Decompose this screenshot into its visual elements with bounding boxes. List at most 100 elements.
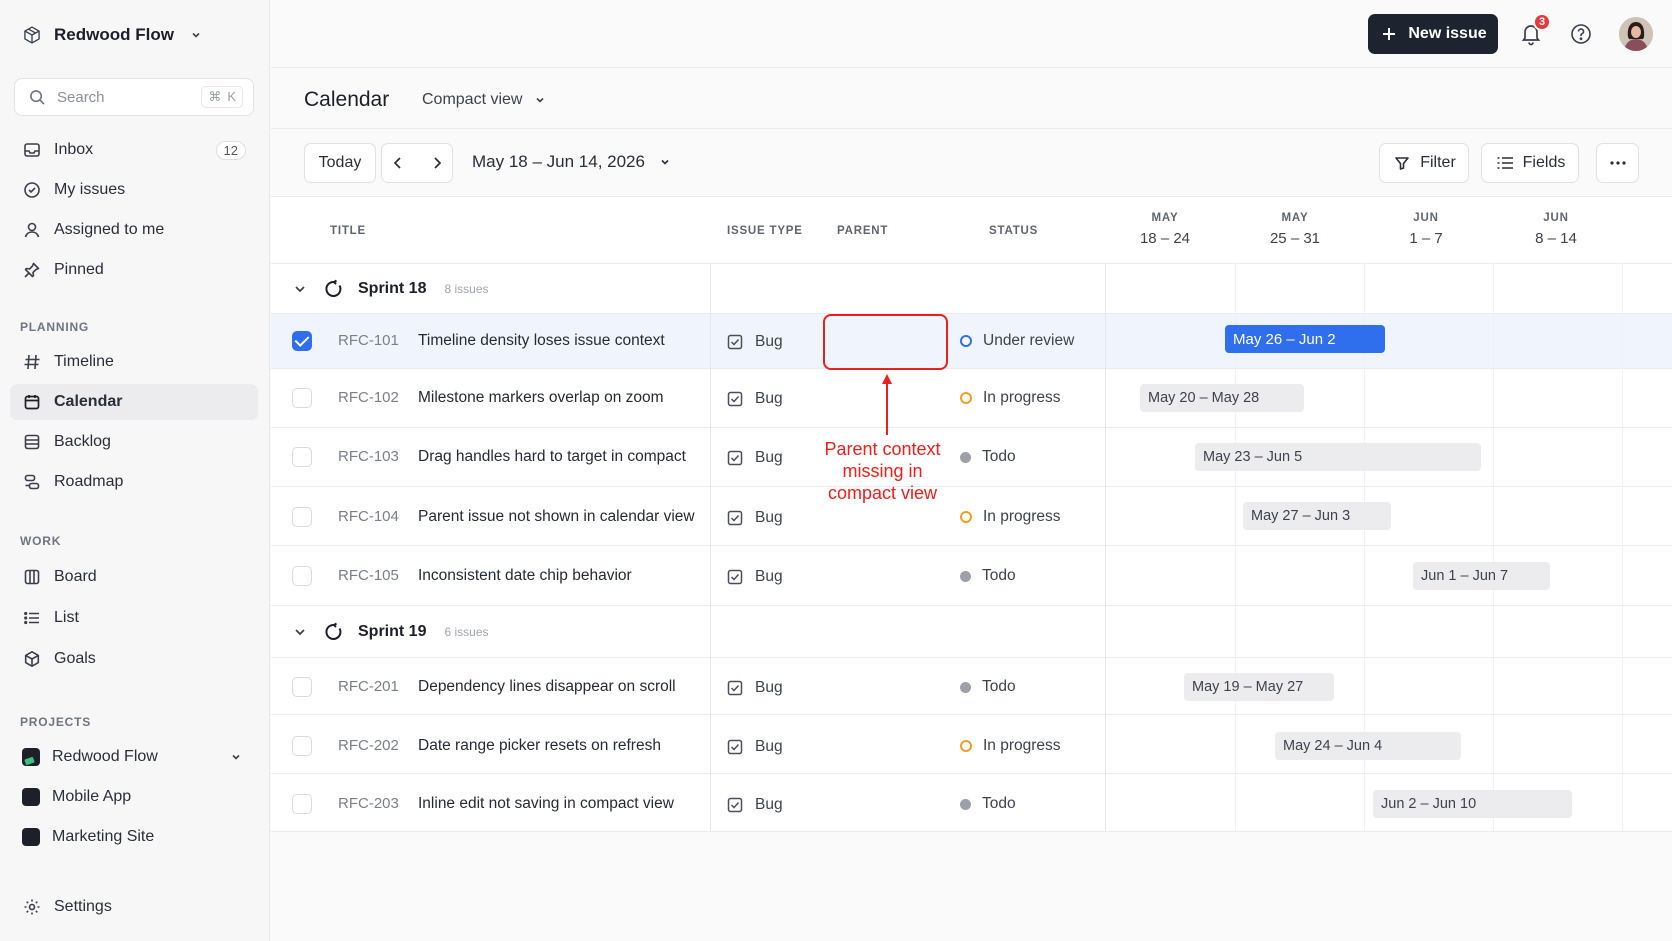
status-cell[interactable]: Todo — [960, 448, 1016, 466]
date-chip[interactable]: May 20 – May 28 — [1140, 384, 1304, 412]
view-selector[interactable]: Compact view — [422, 90, 550, 110]
row-checkbox[interactable] — [292, 447, 312, 467]
avatar[interactable] — [1619, 17, 1653, 51]
chevron-right-icon[interactable] — [427, 153, 447, 173]
chevron-down-icon[interactable] — [290, 622, 310, 642]
issue-id[interactable]: RFC-103 — [338, 448, 399, 465]
issue-type-cell[interactable]: Bug — [725, 737, 783, 757]
help-icon[interactable] — [1567, 20, 1595, 48]
date-chip[interactable]: May 24 – Jun 4 — [1275, 732, 1461, 760]
issue-id[interactable]: RFC-203 — [338, 795, 399, 812]
issue-title[interactable]: Inconsistent date chip behavior — [418, 567, 632, 585]
column-status: STATUS — [989, 225, 1039, 237]
status-cell[interactable]: Under review — [960, 332, 1074, 350]
date-chip[interactable]: Jun 1 – Jun 7 — [1413, 562, 1550, 590]
date-chip[interactable]: Jun 2 – Jun 10 — [1373, 790, 1572, 818]
nav-item-timeline[interactable]: Timeline — [10, 344, 258, 380]
issue-title[interactable]: Milestone markers overlap on zoom — [418, 389, 664, 407]
issue-type: Bug — [755, 509, 783, 526]
date-chip[interactable]: May 23 – Jun 5 — [1195, 443, 1481, 471]
status-cell[interactable]: In progress — [960, 389, 1061, 407]
chevron-left-icon[interactable] — [388, 153, 408, 173]
issue-id[interactable]: RFC-201 — [338, 678, 399, 695]
row-checkbox[interactable] — [292, 331, 312, 351]
fields-button[interactable]: Fields — [1481, 143, 1579, 183]
week-month: MAY — [1281, 212, 1309, 224]
week-header: JUN 1 – 7 — [1366, 212, 1486, 247]
issue-type-cell[interactable]: Bug — [725, 332, 783, 352]
status-todo-icon — [960, 798, 971, 810]
issue-type-cell[interactable]: Bug — [725, 508, 783, 528]
issue-title[interactable]: Dependency lines disappear on scroll — [418, 678, 676, 696]
date-chip[interactable]: May 19 – May 27 — [1184, 673, 1334, 701]
status-cell[interactable]: Todo — [960, 678, 1016, 696]
chevron-down-icon[interactable] — [226, 747, 246, 767]
list-icon — [22, 608, 42, 628]
nav-item-inbox[interactable]: Inbox 12 — [10, 132, 258, 168]
issue-title[interactable]: Inline edit not saving in compact view — [418, 795, 674, 813]
row-checkbox[interactable] — [292, 677, 312, 697]
group-header-sprint-18[interactable]: Sprint 18 8 issues — [290, 279, 489, 299]
search-input[interactable] — [57, 88, 192, 106]
new-issue-button[interactable]: New issue — [1368, 14, 1498, 54]
issue-type-cell[interactable]: Bug — [725, 567, 783, 587]
issue-title[interactable]: Timeline density loses issue context — [418, 332, 665, 350]
issue-type-cell[interactable]: Bug — [725, 448, 783, 468]
nav-label: Assigned to me — [54, 221, 165, 238]
status-cell[interactable]: In progress — [960, 508, 1061, 526]
date-range-picker[interactable]: May 18 – Jun 14, 2026 — [472, 152, 675, 172]
gear-icon — [22, 897, 42, 917]
issue-id[interactable]: RFC-101 — [338, 332, 399, 349]
issue-title[interactable]: Drag handles hard to target in compact — [418, 448, 686, 466]
row-checkbox[interactable] — [292, 566, 312, 586]
nav-item-assigned[interactable]: Assigned to me — [10, 212, 258, 248]
today-button[interactable]: Today — [304, 143, 376, 183]
status-cell[interactable]: In progress — [960, 737, 1061, 755]
status-cell[interactable]: Todo — [960, 795, 1016, 813]
issue-id[interactable]: RFC-104 — [338, 508, 399, 525]
checkbox-square-icon — [725, 332, 745, 352]
row-checkbox[interactable] — [292, 794, 312, 814]
issue-type-cell[interactable]: Bug — [725, 389, 783, 409]
nav-label: Roadmap — [54, 473, 124, 490]
nav-item-goals[interactable]: Goals — [10, 641, 258, 677]
filter-button[interactable]: Filter — [1379, 143, 1469, 183]
goals-icon — [22, 649, 42, 669]
issue-id[interactable]: RFC-102 — [338, 389, 399, 406]
section-planning: PLANNING — [20, 320, 90, 334]
project-redwood-flow[interactable]: Redwood Flow — [10, 739, 258, 775]
nav-item-backlog[interactable]: Backlog — [10, 424, 258, 460]
nav-item-my-issues[interactable]: My issues — [10, 172, 258, 208]
project-marketing-site[interactable]: Marketing Site — [10, 819, 258, 855]
issue-title[interactable]: Parent issue not shown in calendar view — [418, 508, 695, 526]
issue-type-cell[interactable]: Bug — [725, 795, 783, 815]
checkbox-square-icon — [725, 795, 745, 815]
workspace-switcher[interactable]: Redwood Flow — [22, 20, 206, 50]
issue-id[interactable]: RFC-105 — [338, 567, 399, 584]
date-chip[interactable]: May 27 – Jun 3 — [1243, 502, 1391, 530]
row-checkbox[interactable] — [292, 507, 312, 527]
row-checkbox[interactable] — [292, 736, 312, 756]
chevron-down-icon[interactable] — [290, 279, 310, 299]
nav-item-list[interactable]: List — [10, 600, 258, 636]
row-checkbox[interactable] — [292, 388, 312, 408]
project-mobile-app[interactable]: Mobile App — [10, 779, 258, 815]
nav-item-pinned[interactable]: Pinned — [10, 252, 258, 288]
group-header-sprint-19[interactable]: Sprint 19 6 issues — [290, 622, 489, 642]
issue-type-cell[interactable]: Bug — [725, 678, 783, 698]
issue-id[interactable]: RFC-202 — [338, 737, 399, 754]
row-divider — [271, 773, 1672, 774]
nav-item-board[interactable]: Board — [10, 559, 258, 595]
nav-item-roadmap[interactable]: Roadmap — [10, 464, 258, 500]
search-box[interactable]: ⌘ K — [14, 78, 254, 116]
status-label: In progress — [983, 508, 1061, 525]
fields-label: Fields — [1522, 154, 1566, 171]
status-cell[interactable]: Todo — [960, 567, 1016, 585]
issue-title[interactable]: Date range picker resets on refresh — [418, 737, 661, 755]
nav-item-settings[interactable]: Settings — [10, 889, 258, 925]
project-logo-icon — [22, 748, 40, 766]
more-button[interactable] — [1596, 143, 1639, 183]
date-chip[interactable]: May 26 – Jun 2 — [1225, 325, 1385, 353]
nav-item-calendar[interactable]: Calendar — [10, 384, 258, 420]
plus-icon — [1379, 24, 1399, 44]
